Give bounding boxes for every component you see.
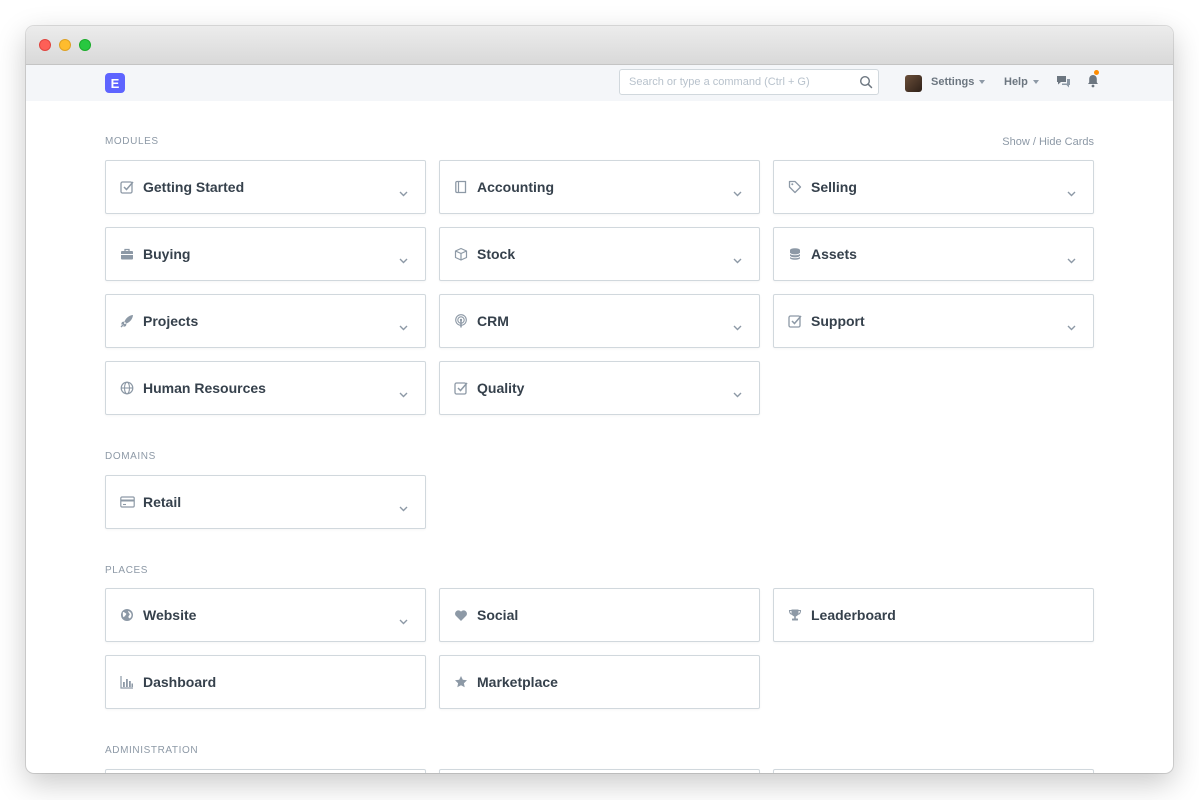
checkbox-icon xyxy=(453,380,469,396)
card-label: Human Resources xyxy=(143,380,266,396)
globe-filled-icon xyxy=(119,607,135,623)
module-card-human-resources[interactable]: Human Resources xyxy=(105,361,426,415)
card-label: Marketplace xyxy=(477,674,558,690)
minimize-window-button[interactable] xyxy=(59,39,71,51)
card-label: Website xyxy=(143,607,197,623)
place-card-social[interactable]: Social xyxy=(439,588,760,642)
card-label: Selling xyxy=(811,179,857,195)
admin-card[interactable] xyxy=(439,769,760,773)
chevron-down-icon[interactable] xyxy=(399,318,408,336)
module-card-selling[interactable]: Selling xyxy=(773,160,1094,214)
close-window-button[interactable] xyxy=(39,39,51,51)
card-label: Buying xyxy=(143,246,191,262)
chevron-down-icon[interactable] xyxy=(733,385,742,403)
place-card-marketplace[interactable]: Marketplace xyxy=(439,655,760,709)
chevron-down-icon[interactable] xyxy=(733,251,742,269)
caret-down-icon xyxy=(979,80,986,84)
chevron-down-icon[interactable] xyxy=(1067,184,1076,202)
section-title-modules: MODULES xyxy=(105,136,159,147)
title-bar xyxy=(26,26,1173,65)
notification-dot xyxy=(1094,70,1099,75)
card-label: Getting Started xyxy=(143,179,245,195)
card-label: Leaderboard xyxy=(811,607,896,623)
section-title-domains: DOMAINS xyxy=(105,451,156,462)
admin-card[interactable] xyxy=(105,769,426,773)
chevron-down-icon[interactable] xyxy=(733,184,742,202)
module-card-support[interactable]: Support xyxy=(773,294,1094,348)
module-card-getting-started[interactable]: Getting Started xyxy=(105,160,426,214)
chevron-down-icon[interactable] xyxy=(1067,318,1076,336)
card-label: Assets xyxy=(811,246,857,262)
search-icon[interactable] xyxy=(859,75,873,94)
settings-label: Settings xyxy=(931,76,975,88)
chevron-down-icon[interactable] xyxy=(399,385,408,403)
help-label: Help xyxy=(1004,76,1028,88)
chat-icon[interactable] xyxy=(1056,75,1071,94)
admin-card[interactable] xyxy=(773,769,1094,773)
bar-chart-icon xyxy=(119,674,135,690)
section-title-administration: ADMINISTRATION xyxy=(105,745,199,756)
chevron-down-icon[interactable] xyxy=(399,499,408,517)
broadcast-icon xyxy=(453,313,469,329)
notifications-bell-icon[interactable] xyxy=(1087,70,1099,93)
chevron-down-icon[interactable] xyxy=(1067,251,1076,269)
trophy-icon xyxy=(787,607,803,623)
book-icon xyxy=(453,179,469,195)
briefcase-icon xyxy=(119,246,135,262)
module-card-accounting[interactable]: Accounting xyxy=(439,160,760,214)
app-logo[interactable]: E xyxy=(105,73,125,93)
search-input[interactable] xyxy=(620,70,850,94)
card-label: Support xyxy=(811,313,865,329)
card-label: Projects xyxy=(143,313,199,329)
section-title-places: PLACES xyxy=(105,565,149,576)
chevron-down-icon[interactable] xyxy=(399,251,408,269)
domain-card-retail[interactable]: Retail xyxy=(105,475,426,529)
module-card-crm[interactable]: CRM xyxy=(439,294,760,348)
place-card-dashboard[interactable]: Dashboard xyxy=(105,655,426,709)
globe-icon xyxy=(119,380,135,396)
help-dropdown[interactable]: Help xyxy=(1004,76,1039,88)
module-card-quality[interactable]: Quality xyxy=(439,361,760,415)
awesome-bar xyxy=(619,69,879,95)
card-label: CRM xyxy=(477,313,509,329)
module-card-stock[interactable]: Stock xyxy=(439,227,760,281)
place-card-leaderboard[interactable]: Leaderboard xyxy=(773,588,1094,642)
browser-window: E Settings Help MODULES Show / Hide Card… xyxy=(26,26,1173,773)
card-label: Stock xyxy=(477,246,516,262)
show-hide-cards-link[interactable]: Show / Hide Cards xyxy=(1002,136,1094,148)
checkbox-icon xyxy=(787,313,803,329)
top-navbar: E Settings Help xyxy=(26,65,1173,101)
card-label: Social xyxy=(477,607,519,623)
caret-down-icon xyxy=(1032,80,1039,84)
checkbox-icon xyxy=(119,179,135,195)
module-card-buying[interactable]: Buying xyxy=(105,227,426,281)
maximize-window-button[interactable] xyxy=(79,39,91,51)
card-label: Quality xyxy=(477,380,525,396)
credit-card-icon xyxy=(119,494,135,510)
box-icon xyxy=(453,246,469,262)
chevron-down-icon[interactable] xyxy=(399,184,408,202)
chevron-down-icon[interactable] xyxy=(399,612,408,630)
card-label: Retail xyxy=(143,494,182,510)
module-card-projects[interactable]: Projects xyxy=(105,294,426,348)
place-card-website[interactable]: Website xyxy=(105,588,426,642)
settings-dropdown[interactable]: Settings xyxy=(931,76,986,88)
card-label: Dashboard xyxy=(143,674,217,690)
heart-icon xyxy=(453,607,469,623)
chevron-down-icon[interactable] xyxy=(733,318,742,336)
user-avatar[interactable] xyxy=(905,75,922,92)
star-icon xyxy=(453,674,469,690)
tag-icon xyxy=(787,179,803,195)
desk-content: MODULES Show / Hide Cards Getting Starte… xyxy=(26,101,1173,773)
database-icon xyxy=(787,246,803,262)
rocket-icon xyxy=(119,313,135,329)
card-label: Accounting xyxy=(477,179,554,195)
module-card-assets[interactable]: Assets xyxy=(773,227,1094,281)
